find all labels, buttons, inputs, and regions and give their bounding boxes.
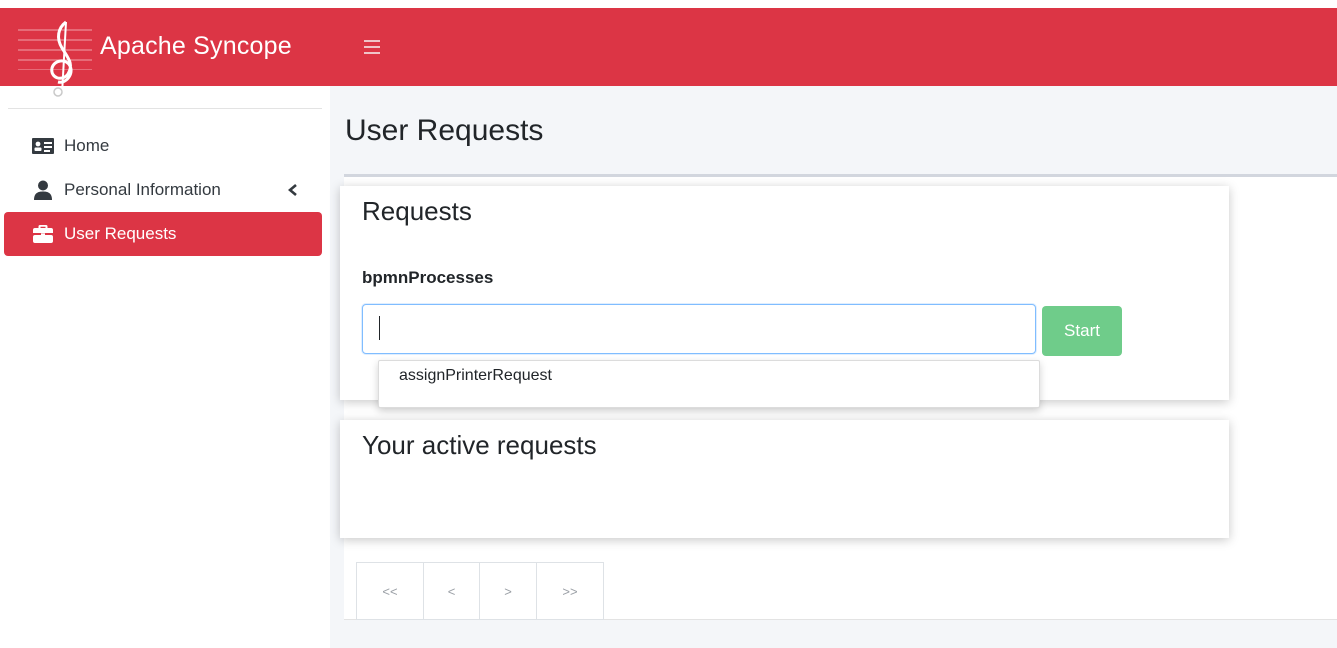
pagination-next-button[interactable]: > bbox=[479, 562, 537, 620]
sidebar-item-user-requests[interactable]: User Requests bbox=[4, 212, 322, 256]
treble-clef-icon bbox=[50, 20, 73, 97]
briefcase-icon bbox=[32, 223, 54, 245]
sidebar-item-label: User Requests bbox=[64, 224, 177, 243]
sidebar-nav: Home Personal Information User Requests bbox=[4, 124, 322, 256]
sidebar-divider bbox=[8, 108, 322, 109]
sidebar: Apache Syncope Home Personal Information… bbox=[0, 8, 330, 648]
pagination-first-button[interactable]: << bbox=[356, 562, 424, 620]
autocomplete-option[interactable]: assignPrinterRequest bbox=[399, 367, 552, 385]
top-navbar bbox=[330, 8, 1337, 86]
requests-card-title: Requests bbox=[362, 196, 472, 226]
active-requests-card: Your active requests bbox=[340, 420, 1229, 538]
pagination-prev-button[interactable]: < bbox=[423, 562, 480, 620]
autocomplete-dropdown: assignPrinterRequest bbox=[378, 360, 1040, 408]
bpmn-processes-label: bpmnProcesses bbox=[362, 268, 494, 287]
start-button[interactable]: Start bbox=[1042, 306, 1122, 356]
pagination-last-button[interactable]: >> bbox=[536, 562, 604, 620]
active-requests-title: Your active requests bbox=[362, 430, 597, 460]
page-title: User Requests bbox=[345, 114, 544, 147]
chevron-left-icon bbox=[286, 180, 300, 200]
text-caret bbox=[379, 316, 380, 340]
bpmn-processes-input[interactable] bbox=[362, 304, 1036, 354]
sidebar-item-label: Personal Information bbox=[64, 180, 221, 199]
brand-bar[interactable]: Apache Syncope bbox=[0, 8, 330, 97]
hamburger-menu-icon[interactable] bbox=[364, 40, 380, 54]
sidebar-item-label: Home bbox=[64, 136, 110, 155]
user-icon bbox=[32, 179, 54, 201]
pagination: << < > >> bbox=[356, 562, 604, 620]
sidebar-item-home[interactable]: Home bbox=[4, 124, 322, 168]
id-card-icon bbox=[32, 135, 54, 157]
brand-name: Apache Syncope bbox=[100, 32, 292, 60]
app-root: Apache Syncope Home Personal Information… bbox=[0, 0, 1337, 648]
sidebar-item-personal-information[interactable]: Personal Information bbox=[4, 168, 322, 212]
